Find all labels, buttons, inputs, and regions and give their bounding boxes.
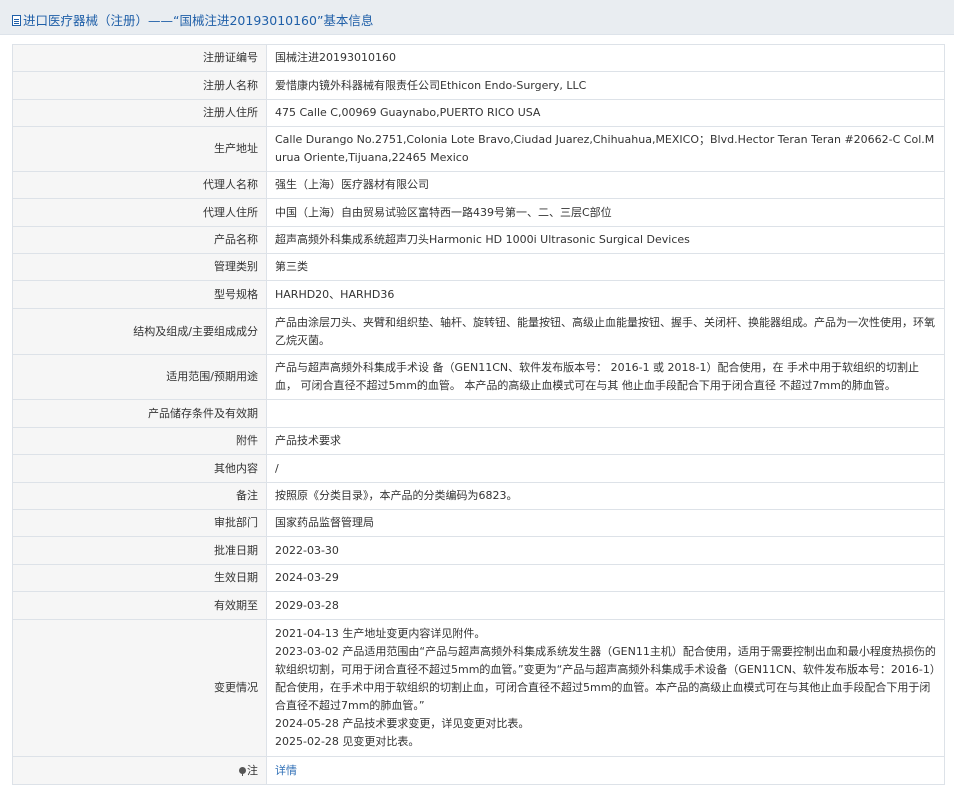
row-label: 审批部门	[12, 509, 267, 537]
page-header: 进口医疗器械（注册）——“国械注进20193010160”基本信息	[0, 0, 954, 35]
row-value: 2022-03-30	[266, 536, 945, 565]
row-value: 第三类	[266, 253, 945, 281]
table-row: 管理类别 第三类	[12, 253, 945, 281]
row-value: 2029-03-28	[266, 591, 945, 620]
table-row: 型号规格 HARHD20、HARHD36	[12, 280, 945, 309]
row-value: 国家药品监督管理局	[266, 509, 945, 537]
info-table: 注册证编号 国械注进20193010160 注册人名称 爱惜康内镜外科器械有限责…	[12, 44, 945, 785]
table-row: 审批部门 国家药品监督管理局	[12, 509, 945, 537]
row-label: 产品名称	[12, 226, 267, 254]
row-value: 产品技术要求	[266, 427, 945, 455]
row-value: 中国（上海）自由贸易试验区富特西一路439号第一、二、三层C部位	[266, 198, 945, 227]
row-label: 结构及组成/主要组成成分	[12, 308, 267, 355]
table-row: 注册人名称 爱惜康内镜外科器械有限责任公司Ethicon Endo-Surger…	[12, 71, 945, 100]
row-label: 注册证编号	[12, 44, 267, 72]
row-value: /	[266, 454, 945, 483]
row-label: 其他内容	[12, 454, 267, 483]
row-label: 管理类别	[12, 253, 267, 281]
row-label: 代理人住所	[12, 198, 267, 227]
note-value: 详情	[266, 756, 945, 785]
row-value: Calle Durango No.2751,Colonia Lote Bravo…	[266, 126, 945, 172]
table-row: 注册人住所 475 Calle C,00969 Guaynabo,PUERTO …	[12, 99, 945, 127]
changes-value: 2021-04-13 生产地址变更内容详见附件。 2023-03-02 产品适用…	[266, 619, 945, 757]
row-label: 型号规格	[12, 280, 267, 309]
table-row: 批准日期 2022-03-30	[12, 536, 945, 565]
table-row: 生效日期 2024-03-29	[12, 564, 945, 592]
table-row: 代理人住所 中国（上海）自由贸易试验区富特西一路439号第一、二、三层C部位	[12, 198, 945, 227]
row-value	[266, 399, 945, 428]
table-row: 结构及组成/主要组成成分 产品由涂层刀头、夹臂和组织垫、轴杆、旋转钮、能量按钮、…	[12, 308, 945, 355]
note-label-cell: 注	[12, 756, 267, 785]
row-label: 适用范围/预期用途	[12, 354, 267, 400]
change-entry: 2025-02-28 见变更对比表。	[275, 735, 420, 748]
row-label: 产品储存条件及有效期	[12, 399, 267, 428]
row-value: HARHD20、HARHD36	[266, 280, 945, 309]
table-row: 备注 按照原《分类目录》，本产品的分类编码为6823。	[12, 482, 945, 510]
row-label: 生产地址	[12, 126, 267, 172]
row-value: 爱惜康内镜外科器械有限责任公司Ethicon Endo-Surgery, LLC	[266, 71, 945, 100]
table-row-note: 注 详情	[12, 756, 945, 785]
row-value: 国械注进20193010160	[266, 44, 945, 72]
table-row: 其他内容 /	[12, 454, 945, 483]
row-value: 产品由涂层刀头、夹臂和组织垫、轴杆、旋转钮、能量按钮、高级止血能量按钮、握手、关…	[266, 308, 945, 355]
row-label: 注册人住所	[12, 99, 267, 127]
table-row: 注册证编号 国械注进20193010160	[12, 44, 945, 72]
row-value: 超声高频外科集成系统超声刀头Harmonic HD 1000i Ultrason…	[266, 226, 945, 254]
table-row: 生产地址 Calle Durango No.2751,Colonia Lote …	[12, 126, 945, 172]
change-entry: 2021-04-13 生产地址变更内容详见附件。	[275, 627, 486, 640]
table-row: 产品名称 超声高频外科集成系统超声刀头Harmonic HD 1000i Ult…	[12, 226, 945, 254]
table-row: 产品储存条件及有效期	[12, 399, 945, 428]
row-label: 有效期至	[12, 591, 267, 620]
changes-label: 变更情况	[12, 619, 267, 757]
note-label: 注	[247, 763, 258, 777]
table-row: 适用范围/预期用途 产品与超声高频外科集成手术设 备（GEN11CN、软件发布版…	[12, 354, 945, 400]
table-row: 有效期至 2029-03-28	[12, 591, 945, 620]
row-label: 附件	[12, 427, 267, 455]
row-label: 注册人名称	[12, 71, 267, 100]
row-value: 产品与超声高频外科集成手术设 备（GEN11CN、软件发布版本号： 2016-1…	[266, 354, 945, 400]
row-value: 按照原《分类目录》，本产品的分类编码为6823。	[266, 482, 945, 510]
table-row: 代理人名称 强生（上海）医疗器材有限公司	[12, 171, 945, 199]
pin-icon	[239, 766, 246, 776]
details-link[interactable]: 详情	[275, 764, 297, 777]
change-entry: 2023-03-02 产品适用范围由“产品与超声高频外科集成系统发生器（GEN1…	[275, 645, 936, 712]
row-label: 备注	[12, 482, 267, 510]
change-entry: 2024-05-28 产品技术要求变更，详见变更对比表。	[275, 717, 530, 730]
table-row: 附件 产品技术要求	[12, 427, 945, 455]
page-title-text: 进口医疗器械（注册）——“国械注进20193010160”基本信息	[23, 13, 374, 28]
page-title: 进口医疗器械（注册）——“国械注进20193010160”基本信息	[12, 10, 373, 29]
table-row-changes: 变更情况 2021-04-13 生产地址变更内容详见附件。 2023-03-02…	[12, 619, 945, 757]
row-label: 代理人名称	[12, 171, 267, 199]
row-label: 生效日期	[12, 564, 267, 592]
row-label: 批准日期	[12, 536, 267, 565]
row-value: 2024-03-29	[266, 564, 945, 592]
row-value: 强生（上海）医疗器材有限公司	[266, 171, 945, 199]
row-value: 475 Calle C,00969 Guaynabo,PUERTO RICO U…	[266, 99, 945, 127]
document-icon	[12, 15, 21, 26]
